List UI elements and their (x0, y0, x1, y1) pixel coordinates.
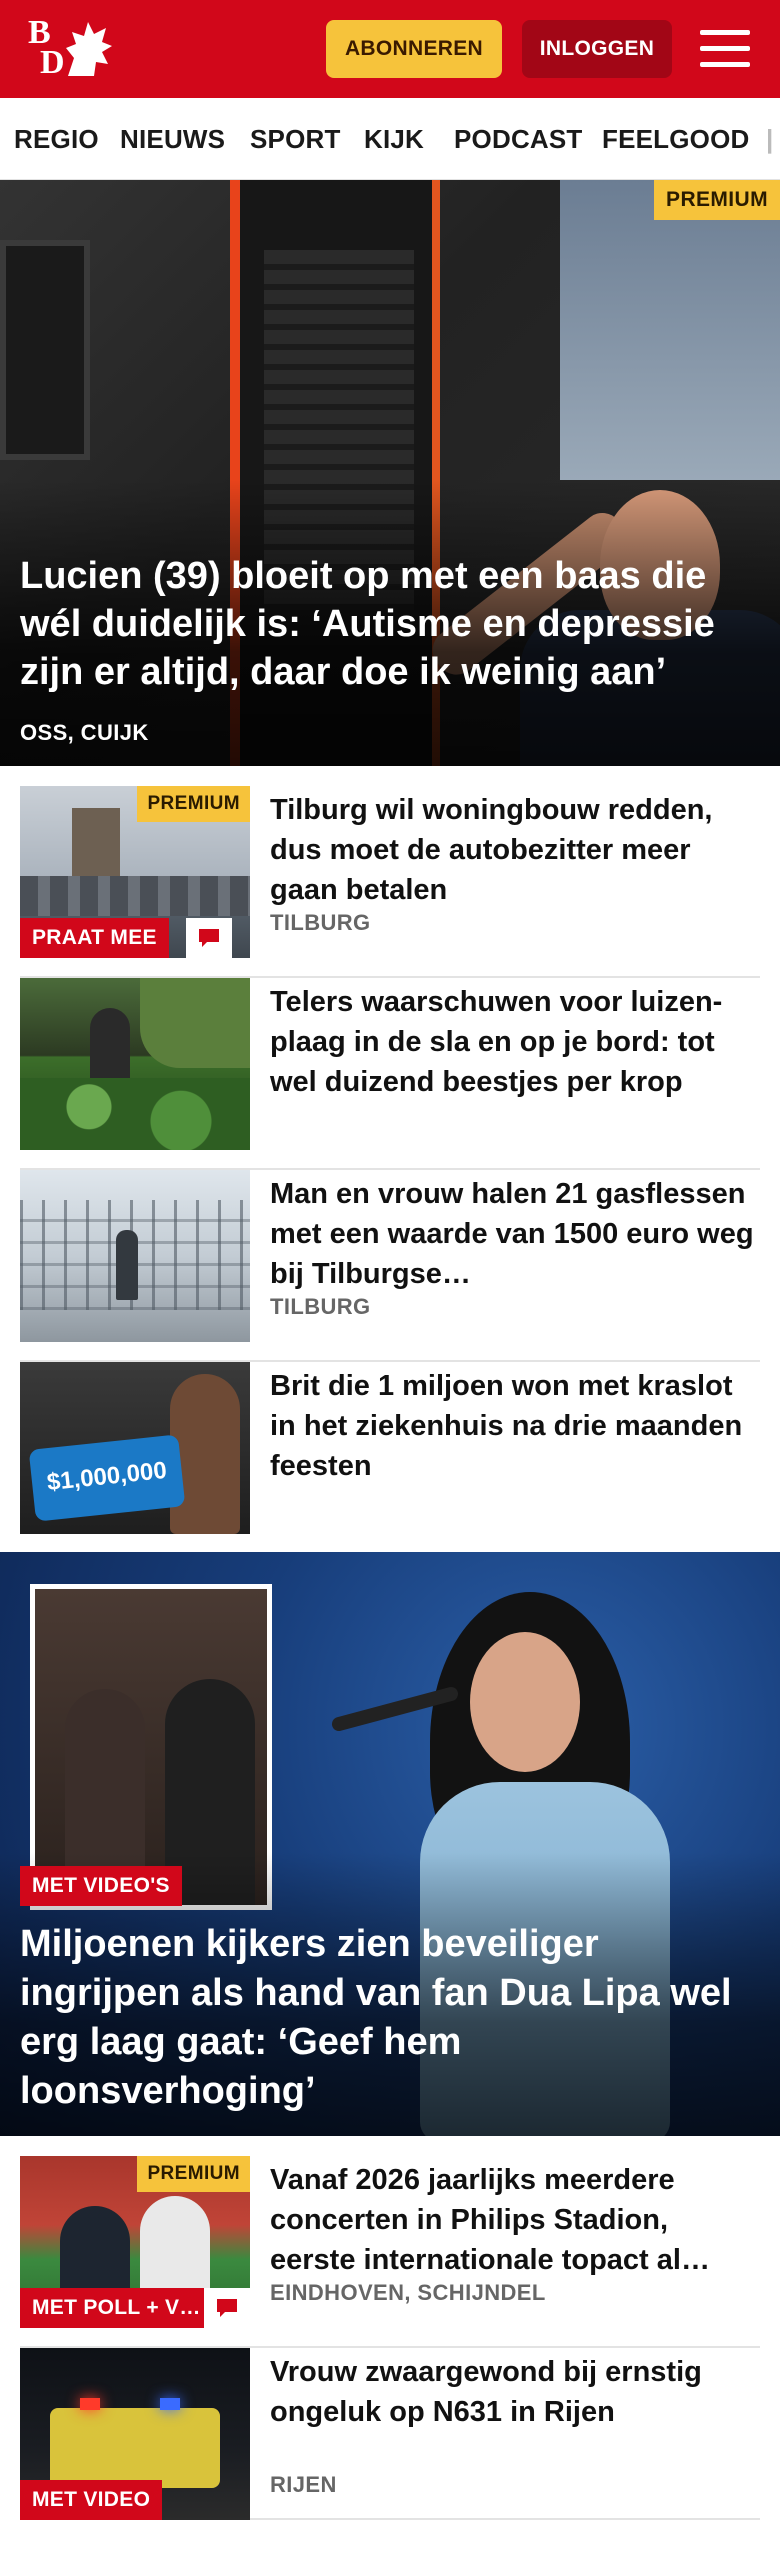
article-thumbnail[interactable]: MET VIDEO (20, 2348, 250, 2520)
nav-item-feelgood[interactable]: FEELGOOD (602, 124, 750, 155)
subscribe-button[interactable]: ABONNEREN (326, 20, 502, 78)
premium-badge: PREMIUM (137, 2156, 250, 2192)
premium-badge: PREMIUM (137, 786, 250, 822)
video-label: MET VIDEO'S (20, 1866, 182, 1906)
article-location-tag: TILBURG (270, 1294, 371, 1319)
article-thumbnail[interactable] (20, 978, 250, 1150)
hero-image-monitor (0, 240, 90, 460)
login-button[interactable]: INLOGGEN (522, 20, 672, 78)
article-location-tag: TILBURG (270, 910, 371, 935)
hero-title[interactable]: Lucien (39) bloeit op met een baas die w… (20, 552, 760, 696)
video-label: MET VIDEO (20, 2480, 163, 2520)
video-hero-article[interactable]: MET VIDEO'S Miljoenen kijkers zien bevei… (0, 1552, 780, 2136)
nav-item-overflow[interactable]: | (766, 124, 773, 155)
prize-check-text: $1,000,000 (28, 1434, 186, 1522)
article-item[interactable]: PREMIUM PRAAT MEE Tilburg wil woningbouw… (20, 786, 760, 978)
article-location-tag: EINDHOVEN, SCHIJNDEL (270, 2280, 546, 2305)
menu-icon[interactable] (700, 26, 750, 70)
article-thumbnail[interactable]: PREMIUM MET POLL + V… (20, 2156, 250, 2328)
article-item[interactable]: Telers waarschuwen voor luizen­plaag in … (20, 978, 760, 1170)
nav-item-kijk[interactable]: KIJK (364, 124, 424, 155)
nav-item-sport[interactable]: SPORT (250, 124, 341, 155)
article-thumbnail[interactable]: PREMIUM PRAAT MEE (20, 786, 250, 958)
comment-icon (204, 2288, 250, 2328)
site-logo[interactable]: B D (26, 16, 116, 84)
poll-video-label: MET POLL + V… (20, 2288, 204, 2328)
section-nav: REGIO NIEUWS SPORT KIJK PODCAST FEELGOOD… (0, 98, 780, 180)
article-item[interactable]: PREMIUM MET POLL + V… Vanaf 2026 jaarlij… (20, 2156, 760, 2348)
hero-article[interactable]: PREMIUM Lucien (39) bloeit op met een ba… (0, 180, 780, 766)
video-hero-title[interactable]: Miljoenen kijkers zien beveiliger ingrij… (20, 1920, 760, 2116)
lion-icon (66, 22, 112, 76)
article-location-tag: RIJEN (270, 2472, 337, 2497)
premium-badge: PREMIUM (654, 180, 780, 220)
article-thumbnail[interactable] (20, 1170, 250, 1342)
hero-location-tag: OSS, CUIJK (20, 720, 149, 745)
hero-image-window (560, 180, 780, 480)
nav-item-nieuws[interactable]: NIEUWS (120, 124, 225, 155)
praat-mee-label: PRAAT MEE (20, 918, 169, 958)
site-header: B D ABONNEREN INLOGGEN (0, 0, 780, 98)
article-title[interactable]: Vrouw zwaargewond bij ernstig ongeluk op… (270, 2352, 760, 2432)
nav-item-regio[interactable]: REGIO (14, 124, 99, 155)
article-item[interactable]: MET VIDEO Vrouw zwaargewond bij ernstig … (20, 2348, 760, 2520)
article-thumbnail[interactable]: $1,000,000 (20, 1362, 250, 1534)
comment-icon (186, 918, 232, 958)
article-title[interactable]: Vanaf 2026 jaarlijks meerdere concerten … (270, 2160, 760, 2280)
article-item[interactable]: Man en vrouw halen 21 gasflessen met een… (20, 1170, 760, 1362)
article-title[interactable]: Telers waarschuwen voor luizen­plaag in … (270, 982, 760, 1102)
article-item[interactable]: $1,000,000 Brit die 1 miljoen won met kr… (20, 1362, 760, 1554)
article-title[interactable]: Man en vrouw halen 21 gasflessen met een… (270, 1174, 760, 1294)
article-title[interactable]: Tilburg wil woningbouw redden, dus moet … (270, 790, 760, 910)
nav-item-podcast[interactable]: PODCAST (454, 124, 583, 155)
article-title[interactable]: Brit die 1 miljoen won met kraslot in he… (270, 1366, 760, 1486)
